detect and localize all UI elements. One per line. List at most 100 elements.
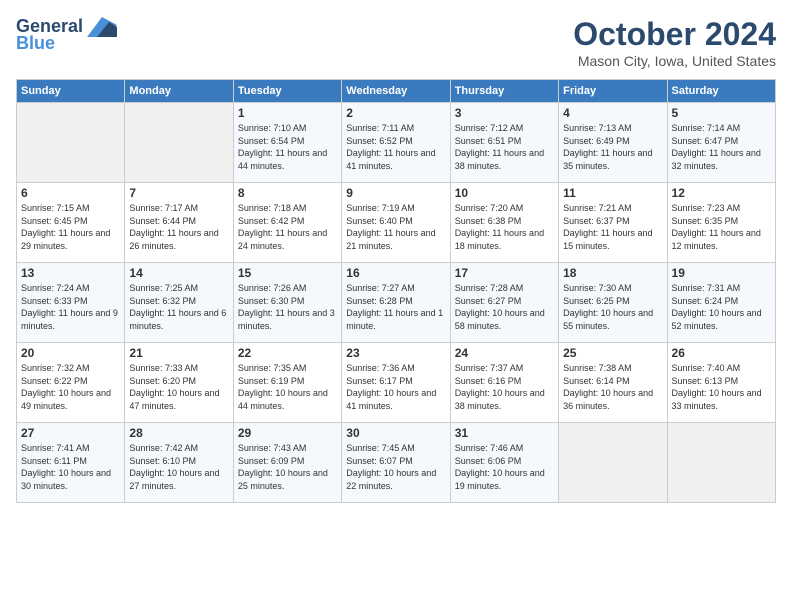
day-cell: 30 Sunrise: 7:45 AMSunset: 6:07 PMDayligh… <box>342 423 450 503</box>
day-number: 30 <box>346 426 445 440</box>
day-number: 23 <box>346 346 445 360</box>
day-cell: 20 Sunrise: 7:32 AMSunset: 6:22 PMDayligh… <box>17 343 125 423</box>
day-number: 22 <box>238 346 337 360</box>
day-number: 26 <box>672 346 771 360</box>
week-row-3: 13Sunrise: 7:24 AMSunset: 6:33 PMDayligh… <box>17 263 776 343</box>
day-number: 18 <box>563 266 662 280</box>
calendar-header: Sunday Monday Tuesday Wednesday Thursday… <box>17 80 776 103</box>
day-cell: 2Sunrise: 7:11 AMSunset: 6:52 PMDaylight… <box>342 103 450 183</box>
day-info: Sunrise: 7:19 AMSunset: 6:40 PMDaylight:… <box>346 202 445 252</box>
day-info: Sunrise: 7:33 AMSunset: 6:20 PMDaylight:… <box>129 362 228 412</box>
logo: General Blue <box>16 16 117 54</box>
day-cell: 16 Sunrise: 7:27 AMSunset: 6:28 PMDayligh… <box>342 263 450 343</box>
day-cell: 15 Sunrise: 7:26 AMSunset: 6:30 PMDayligh… <box>233 263 341 343</box>
day-number: 20 <box>21 346 120 360</box>
day-number: 8 <box>238 186 337 200</box>
day-info: Sunrise: 7:10 AMSunset: 6:54 PMDaylight:… <box>238 122 337 172</box>
header-wednesday: Wednesday <box>342 80 450 103</box>
day-number: 25 <box>563 346 662 360</box>
day-cell: 22 Sunrise: 7:35 AMSunset: 6:19 PMDayligh… <box>233 343 341 423</box>
day-info: Sunrise: 7:28 AMSunset: 6:27 PMDaylight:… <box>455 282 554 332</box>
day-cell: 10 Sunrise: 7:20 AMSunset: 6:38 PMDayligh… <box>450 183 558 263</box>
day-info: Sunrise: 7:14 AMSunset: 6:47 PMDaylight:… <box>672 122 771 172</box>
day-number: 10 <box>455 186 554 200</box>
day-cell: 4 Sunrise: 7:13 AMSunset: 6:49 PMDaylight… <box>559 103 667 183</box>
day-info: Sunrise: 7:24 AMSunset: 6:33 PMDaylight:… <box>21 282 120 332</box>
day-info: Sunrise: 7:31 AMSunset: 6:24 PMDaylight:… <box>672 282 771 332</box>
day-number: 14 <box>129 266 228 280</box>
day-cell: 24 Sunrise: 7:37 AMSunset: 6:16 PMDayligh… <box>450 343 558 423</box>
day-cell: 29Sunrise: 7:43 AMSunset: 6:09 PMDayligh… <box>233 423 341 503</box>
day-number: 5 <box>672 106 771 120</box>
day-info: Sunrise: 7:11 AMSunset: 6:52 PMDaylight:… <box>346 122 445 172</box>
day-info: Sunrise: 7:37 AMSunset: 6:16 PMDaylight:… <box>455 362 554 412</box>
day-cell: 6Sunrise: 7:15 AMSunset: 6:45 PMDaylight… <box>17 183 125 263</box>
day-info: Sunrise: 7:18 AMSunset: 6:42 PMDaylight:… <box>238 202 337 252</box>
day-info: Sunrise: 7:36 AMSunset: 6:17 PMDaylight:… <box>346 362 445 412</box>
day-number: 16 <box>346 266 445 280</box>
day-number: 21 <box>129 346 228 360</box>
day-cell: 12Sunrise: 7:23 AMSunset: 6:35 PMDayligh… <box>667 183 775 263</box>
day-number: 3 <box>455 106 554 120</box>
day-info: Sunrise: 7:42 AMSunset: 6:10 PMDaylight:… <box>129 442 228 492</box>
day-number: 15 <box>238 266 337 280</box>
day-cell: 25 Sunrise: 7:38 AMSunset: 6:14 PMDayligh… <box>559 343 667 423</box>
header-row: Sunday Monday Tuesday Wednesday Thursday… <box>17 80 776 103</box>
day-cell: 1 Sunrise: 7:10 AMSunset: 6:54 PMDaylight… <box>233 103 341 183</box>
day-number: 1 <box>238 106 337 120</box>
day-cell: 26 Sunrise: 7:40 AMSunset: 6:13 PMDayligh… <box>667 343 775 423</box>
day-number: 7 <box>129 186 228 200</box>
day-info: Sunrise: 7:30 AMSunset: 6:25 PMDaylight:… <box>563 282 662 332</box>
page-header: General Blue October 2024 Mason City, Io… <box>16 16 776 69</box>
header-friday: Friday <box>559 80 667 103</box>
calendar-table: Sunday Monday Tuesday Wednesday Thursday… <box>16 79 776 503</box>
day-info: Sunrise: 7:32 AMSunset: 6:22 PMDaylight:… <box>21 362 120 412</box>
day-info: Sunrise: 7:27 AMSunset: 6:28 PMDaylight:… <box>346 282 445 332</box>
week-row-5: 27Sunrise: 7:41 AMSunset: 6:11 PMDayligh… <box>17 423 776 503</box>
day-info: Sunrise: 7:26 AMSunset: 6:30 PMDaylight:… <box>238 282 337 332</box>
day-number: 4 <box>563 106 662 120</box>
day-cell: 11Sunrise: 7:21 AMSunset: 6:37 PMDayligh… <box>559 183 667 263</box>
week-row-4: 20 Sunrise: 7:32 AMSunset: 6:22 PMDayligh… <box>17 343 776 423</box>
day-cell: 21 Sunrise: 7:33 AMSunset: 6:20 PMDayligh… <box>125 343 233 423</box>
calendar-title: October 2024 <box>573 16 776 53</box>
day-info: Sunrise: 7:15 AMSunset: 6:45 PMDaylight:… <box>21 202 120 252</box>
day-info: Sunrise: 7:35 AMSunset: 6:19 PMDaylight:… <box>238 362 337 412</box>
day-cell: 8 Sunrise: 7:18 AMSunset: 6:42 PMDaylight… <box>233 183 341 263</box>
day-info: Sunrise: 7:20 AMSunset: 6:38 PMDaylight:… <box>455 202 554 252</box>
day-cell: 19 Sunrise: 7:31 AMSunset: 6:24 PMDayligh… <box>667 263 775 343</box>
day-cell: 18 Sunrise: 7:30 AMSunset: 6:25 PMDayligh… <box>559 263 667 343</box>
calendar-body: 1 Sunrise: 7:10 AMSunset: 6:54 PMDaylight… <box>17 103 776 503</box>
day-cell: 5 Sunrise: 7:14 AMSunset: 6:47 PMDaylight… <box>667 103 775 183</box>
day-cell: 3 Sunrise: 7:12 AMSunset: 6:51 PMDaylight… <box>450 103 558 183</box>
day-info: Sunrise: 7:13 AMSunset: 6:49 PMDaylight:… <box>563 122 662 172</box>
day-cell: 23 Sunrise: 7:36 AMSunset: 6:17 PMDayligh… <box>342 343 450 423</box>
day-cell: 7 Sunrise: 7:17 AMSunset: 6:44 PMDaylight… <box>125 183 233 263</box>
day-number: 27 <box>21 426 120 440</box>
day-info: Sunrise: 7:38 AMSunset: 6:14 PMDaylight:… <box>563 362 662 412</box>
day-number: 29 <box>238 426 337 440</box>
week-row-2: 6Sunrise: 7:15 AMSunset: 6:45 PMDaylight… <box>17 183 776 263</box>
day-cell: 31Sunrise: 7:46 AMSunset: 6:06 PMDayligh… <box>450 423 558 503</box>
day-number: 31 <box>455 426 554 440</box>
day-number: 9 <box>346 186 445 200</box>
day-info: Sunrise: 7:25 AMSunset: 6:32 PMDaylight:… <box>129 282 228 332</box>
day-number: 28 <box>129 426 228 440</box>
day-info: Sunrise: 7:40 AMSunset: 6:13 PMDaylight:… <box>672 362 771 412</box>
day-info: Sunrise: 7:17 AMSunset: 6:44 PMDaylight:… <box>129 202 228 252</box>
day-cell: 27Sunrise: 7:41 AMSunset: 6:11 PMDayligh… <box>17 423 125 503</box>
day-cell: 28 Sunrise: 7:42 AMSunset: 6:10 PMDayligh… <box>125 423 233 503</box>
day-info: Sunrise: 7:45 AMSunset: 6:07 PMDaylight:… <box>346 442 445 492</box>
day-cell <box>559 423 667 503</box>
header-saturday: Saturday <box>667 80 775 103</box>
day-number: 24 <box>455 346 554 360</box>
day-cell <box>125 103 233 183</box>
week-row-1: 1 Sunrise: 7:10 AMSunset: 6:54 PMDaylight… <box>17 103 776 183</box>
day-cell: 17Sunrise: 7:28 AMSunset: 6:27 PMDayligh… <box>450 263 558 343</box>
title-block: October 2024 Mason City, Iowa, United St… <box>573 16 776 69</box>
day-number: 19 <box>672 266 771 280</box>
day-number: 12 <box>672 186 771 200</box>
header-thursday: Thursday <box>450 80 558 103</box>
day-info: Sunrise: 7:21 AMSunset: 6:37 PMDaylight:… <box>563 202 662 252</box>
day-info: Sunrise: 7:12 AMSunset: 6:51 PMDaylight:… <box>455 122 554 172</box>
